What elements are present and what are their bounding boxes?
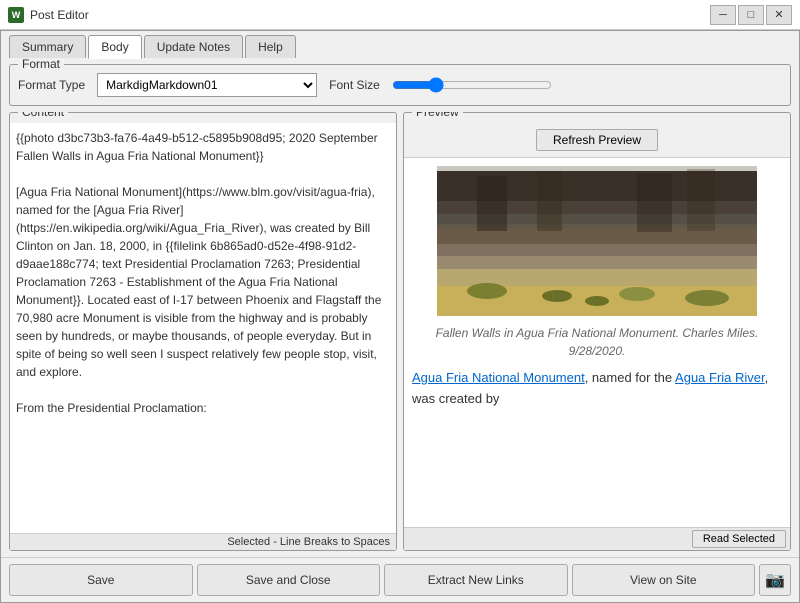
- preview-panel: Preview Refresh Preview: [403, 112, 791, 551]
- format-row: Format Type MarkdigMarkdown01 Font Size: [18, 69, 782, 97]
- preview-content: Fallen Walls in Agua Fria National Monum…: [404, 158, 790, 527]
- content-legend: Content: [18, 112, 68, 119]
- extract-links-button[interactable]: Extract New Links: [384, 564, 568, 596]
- preview-image: [437, 166, 757, 316]
- preview-header: Refresh Preview: [404, 123, 790, 158]
- preview-legend: Preview: [412, 112, 463, 119]
- preview-link-monument[interactable]: Agua Fria National Monument: [412, 370, 585, 385]
- preview-link-river[interactable]: Agua Fria River: [675, 370, 765, 385]
- format-legend: Format: [18, 58, 64, 71]
- minimize-button[interactable]: ─: [710, 5, 736, 25]
- window-title: Post Editor: [30, 8, 710, 22]
- font-size-slider[interactable]: [392, 77, 552, 93]
- camera-icon: 📷: [765, 570, 785, 590]
- tab-update-notes[interactable]: Update Notes: [144, 35, 243, 58]
- preview-text: Agua Fria National Monument, named for t…: [412, 368, 782, 410]
- tab-help[interactable]: Help: [245, 35, 296, 58]
- camera-button[interactable]: 📷: [759, 564, 791, 596]
- maximize-button[interactable]: □: [738, 5, 764, 25]
- panels-row: Content {{photo d3bc73b3-fa76-4a49-b512-…: [9, 112, 791, 551]
- refresh-preview-button[interactable]: Refresh Preview: [536, 129, 658, 151]
- tab-bar: Summary Body Update Notes Help: [1, 31, 799, 58]
- content-textarea[interactable]: {{photo d3bc73b3-fa76-4a49-b512-c5895b90…: [10, 123, 396, 533]
- window-controls: ─ □ ✕: [710, 5, 792, 25]
- format-group: Format Format Type MarkdigMarkdown01 Fon…: [9, 64, 791, 106]
- preview-image-svg: [437, 166, 757, 316]
- format-type-label: Format Type: [18, 78, 85, 92]
- read-selected-button[interactable]: Read Selected: [692, 530, 786, 548]
- close-button[interactable]: ✕: [766, 5, 792, 25]
- title-bar: W Post Editor ─ □ ✕: [0, 0, 800, 30]
- format-type-select[interactable]: MarkdigMarkdown01: [97, 73, 317, 97]
- preview-image-container: [412, 166, 782, 316]
- content-area: Format Format Type MarkdigMarkdown01 Fon…: [1, 58, 799, 557]
- font-size-label: Font Size: [329, 78, 380, 92]
- preview-caption: Fallen Walls in Agua Fria National Monum…: [412, 324, 782, 360]
- preview-read-bar: Read Selected: [404, 527, 790, 550]
- main-window: Summary Body Update Notes Help Format Fo…: [0, 30, 800, 603]
- save-close-button[interactable]: Save and Close: [197, 564, 381, 596]
- tab-body[interactable]: Body: [88, 35, 141, 59]
- view-on-site-button[interactable]: View on Site: [572, 564, 756, 596]
- content-status-bar: Selected - Line Breaks to Spaces: [10, 533, 396, 550]
- save-button[interactable]: Save: [9, 564, 193, 596]
- content-panel: Content {{photo d3bc73b3-fa76-4a49-b512-…: [9, 112, 397, 551]
- app-icon: W: [8, 7, 24, 23]
- preview-text-2: , named for the: [585, 370, 675, 385]
- tab-summary[interactable]: Summary: [9, 35, 86, 58]
- bottom-toolbar: Save Save and Close Extract New Links Vi…: [1, 557, 799, 602]
